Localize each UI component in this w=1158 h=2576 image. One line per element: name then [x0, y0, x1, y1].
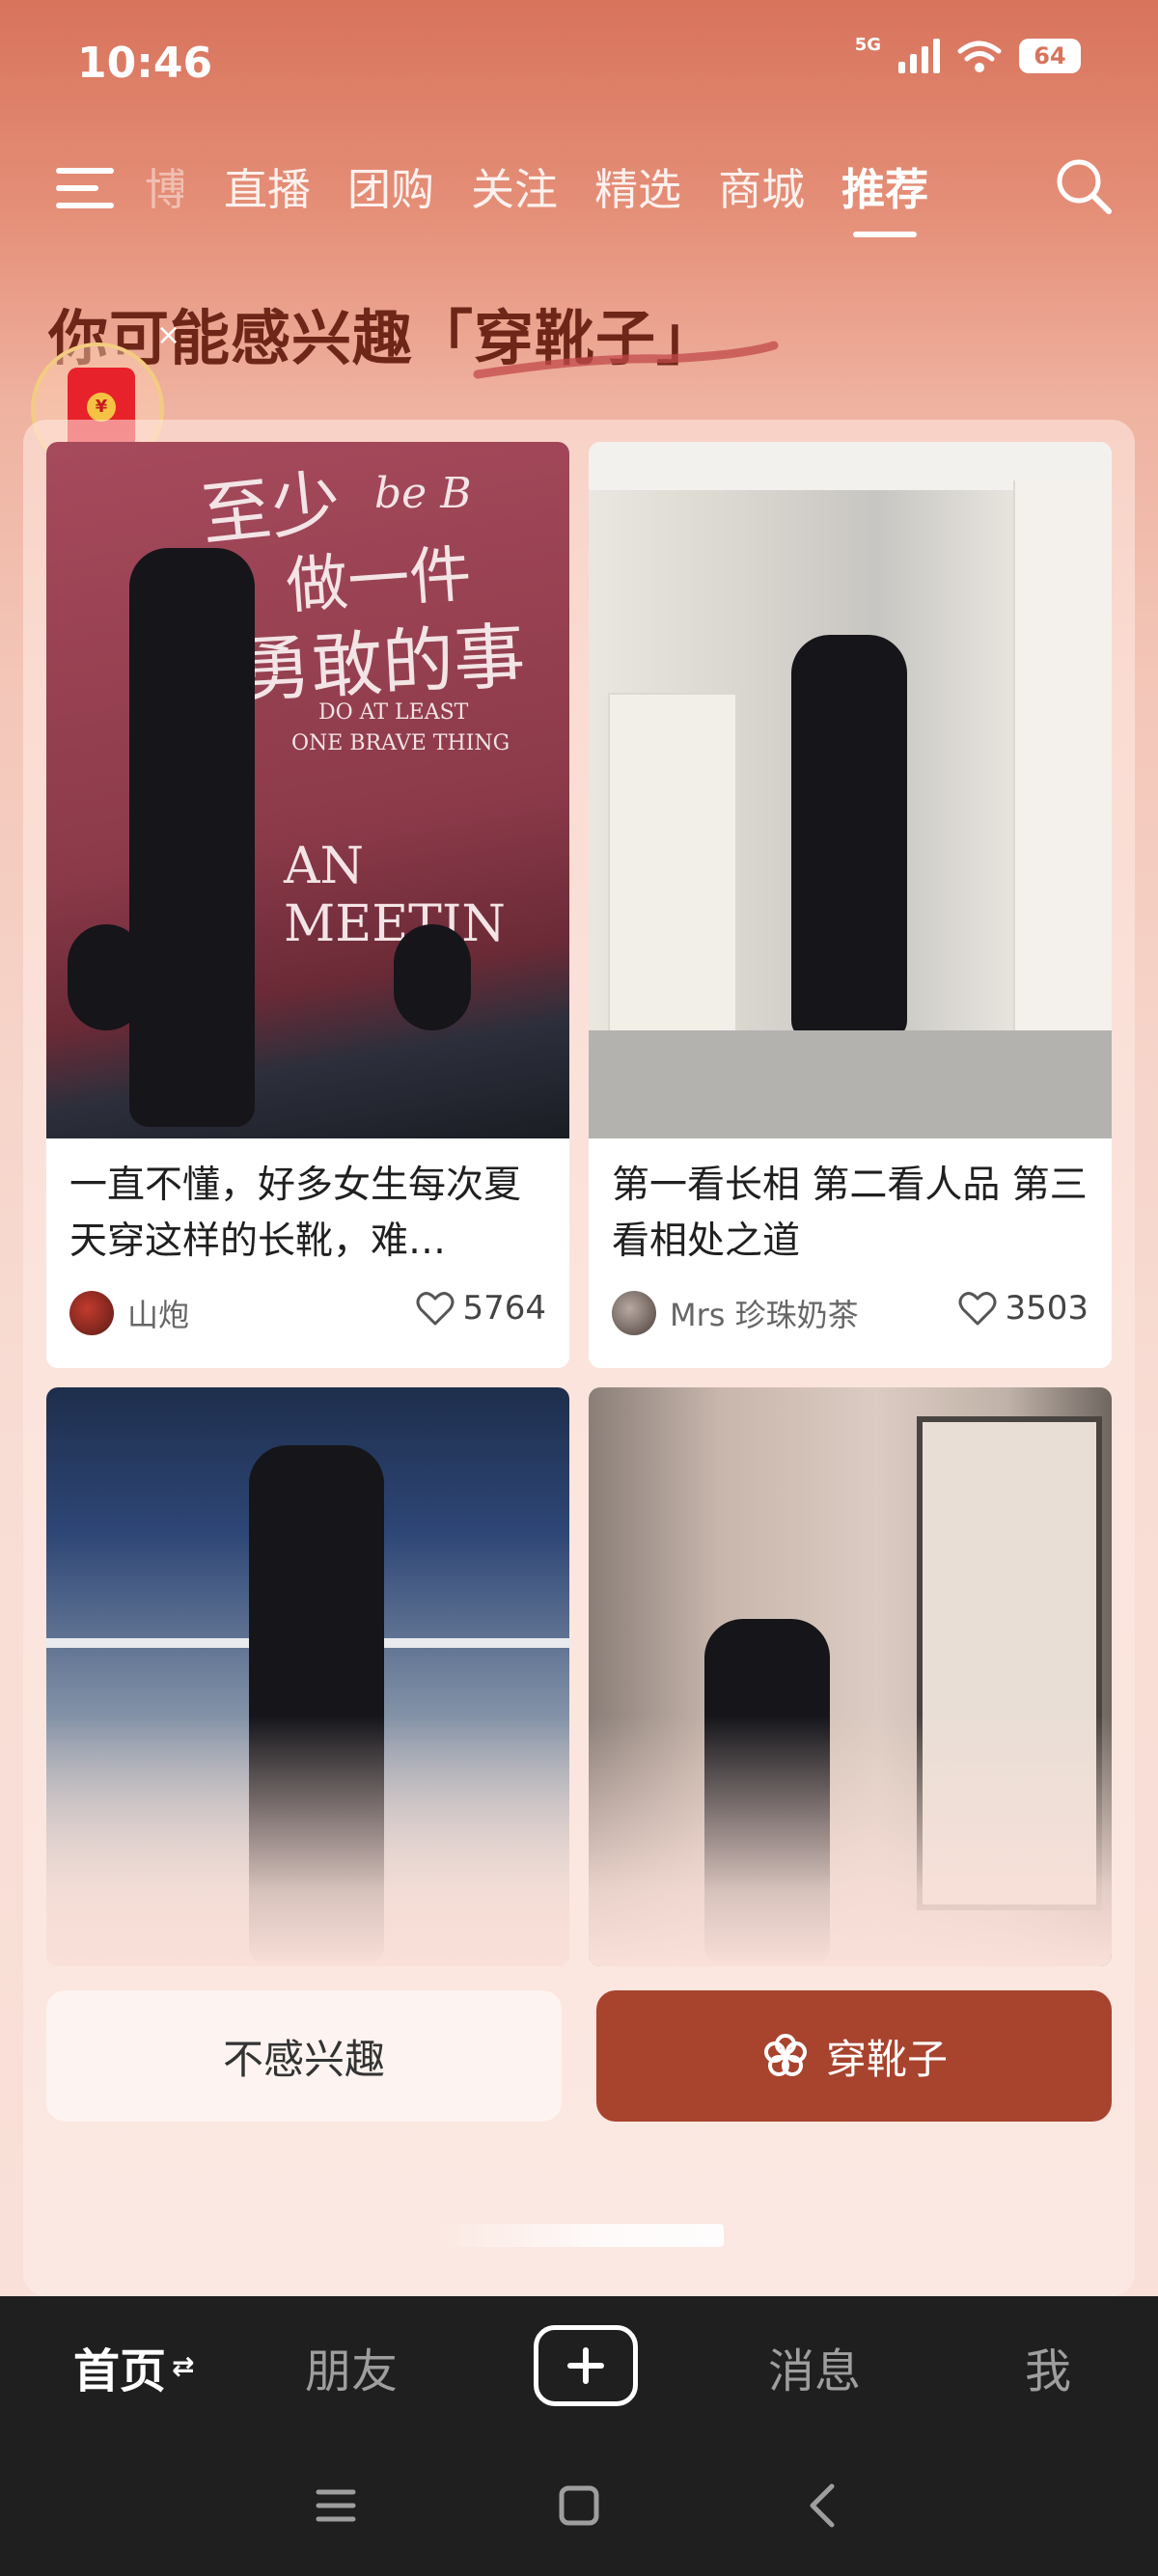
tab-group-buy[interactable]: 团购 [347, 156, 434, 224]
nav-me[interactable]: 我 [1025, 2296, 1071, 2436]
battery-icon: 64 [1019, 39, 1081, 73]
search-icon[interactable] [1054, 156, 1114, 216]
like-button-1[interactable]: 5764 [416, 1289, 546, 1328]
menu-icon[interactable] [56, 164, 114, 212]
post-card-2[interactable]: 第一看长相 第二看人品 第三看相处之道 Mrs 珍珠奶茶 3503 [589, 442, 1112, 1368]
nav-home[interactable]: 首页 ⇄ [73, 2296, 194, 2436]
post-author-1[interactable]: 山炮 [69, 1291, 189, 1335]
like-button-2[interactable]: 3503 [958, 1289, 1089, 1328]
person-figure [791, 635, 907, 1040]
post-title-2: 第一看长相 第二看人品 第三看相处之道 [612, 1164, 1088, 1263]
status-time: 10:46 [77, 39, 213, 88]
cabinet [1013, 480, 1112, 1079]
tab-strip: 博 直播 团购 关注 精选 商城 推荐 [145, 156, 965, 237]
post-image-1: 至少 be B 做一件 勇敢的事 DO AT LEAST ONE BRAVE T… [46, 442, 569, 1138]
poster-text: be B [374, 469, 472, 518]
plus-icon [567, 2347, 604, 2384]
post-title-1: 一直不懂，好多女生每次夏天穿这样的长靴，难… [69, 1164, 522, 1263]
like-count: 5764 [462, 1289, 546, 1328]
like-count: 3503 [1005, 1289, 1089, 1328]
tab-following[interactable]: 关注 [471, 156, 558, 224]
back-icon[interactable] [793, 2475, 855, 2536]
stage-light [394, 924, 471, 1030]
network-type: 5G [854, 34, 881, 55]
person-figure [129, 548, 255, 1127]
home-icon[interactable] [548, 2475, 610, 2536]
avatar [69, 1291, 114, 1335]
heart-icon [958, 1292, 997, 1326]
nav-messages[interactable]: 消息 [768, 2296, 861, 2436]
author-name: 山炮 [127, 1297, 190, 1333]
signal-icon [898, 39, 940, 73]
post-card-3[interactable] [46, 1387, 569, 1966]
stage-light [68, 924, 145, 1030]
system-nav-bar [0, 2436, 1158, 2576]
avatar [612, 1291, 656, 1335]
poster-text: DO AT LEAST [318, 700, 469, 725]
nav-friends[interactable]: 朋友 [305, 2296, 398, 2436]
wifi-icon [957, 41, 1002, 72]
tab-recommend[interactable]: 推荐 [841, 156, 928, 237]
poster-text: ONE BRAVE THING [291, 731, 510, 755]
tab-weibo[interactable]: 博 [145, 156, 183, 224]
not-interested-button[interactable]: 不感兴趣 [46, 1990, 562, 2122]
fade-overlay [589, 1715, 1112, 1966]
status-icons: 5G 64 [855, 35, 1081, 73]
coin-icon: ¥ [87, 393, 116, 422]
scroll-hint [432, 2224, 724, 2247]
heart-icon [416, 1292, 455, 1326]
status-bar: 10:46 5G 64 [0, 0, 1158, 125]
interested-label: 穿靴子 [825, 2035, 948, 2083]
post-card-4[interactable] [589, 1387, 1112, 1966]
flower-icon [763, 2034, 807, 2076]
swap-icon: ⇄ [172, 2350, 195, 2382]
post-card-1[interactable]: 至少 be B 做一件 勇敢的事 DO AT LEAST ONE BRAVE T… [46, 442, 569, 1368]
interested-button[interactable]: 穿靴子 [596, 1990, 1112, 2122]
recents-icon[interactable] [305, 2475, 367, 2536]
poster-text: 勇敢的事 [237, 615, 528, 713]
tab-live[interactable]: 直播 [224, 156, 311, 224]
tab-mall[interactable]: 商城 [718, 156, 805, 224]
floor [589, 1030, 1112, 1138]
post-author-2[interactable]: Mrs 珍珠奶茶 [612, 1291, 859, 1335]
fade-overlay [46, 1715, 569, 1966]
author-name: Mrs 珍珠奶茶 [670, 1297, 859, 1333]
cabinet [608, 693, 737, 1044]
close-icon[interactable]: × [156, 318, 180, 352]
post-image-2 [589, 442, 1112, 1138]
create-post-button[interactable] [534, 2325, 638, 2406]
tab-featured[interactable]: 精选 [594, 156, 681, 224]
top-nav: 博 直播 团购 关注 精选 商城 推荐 [0, 145, 1158, 237]
nav-home-label: 首页 [73, 2343, 167, 2398]
brush-underline [473, 341, 779, 379]
